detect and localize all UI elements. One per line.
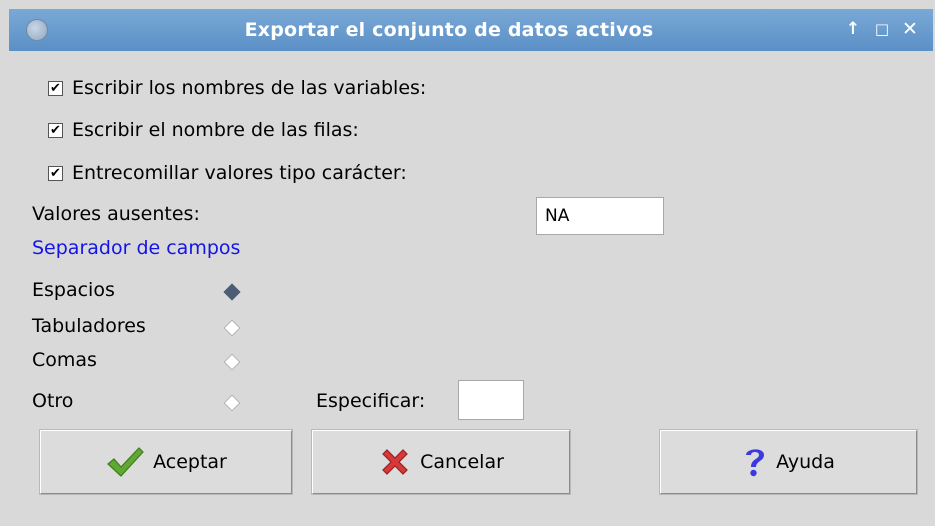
maximize-button[interactable]: □	[872, 19, 892, 39]
row-names-label: Escribir el nombre de las filas:	[72, 119, 359, 141]
red-x-icon	[378, 445, 412, 479]
checkmark-icon: ✔	[50, 165, 61, 181]
row-names-checkbox[interactable]: ✔	[48, 122, 63, 138]
radio-spaces-label: Espacios	[32, 279, 115, 301]
missing-values-input[interactable]	[536, 197, 664, 235]
checkmark-icon: ✔	[50, 122, 61, 138]
option-quote-strings[interactable]: ✔ Entrecomillar valores tipo carácter:	[48, 158, 407, 188]
radio-tabs-label: Tabuladores	[32, 315, 146, 337]
variable-names-checkbox[interactable]: ✔	[48, 80, 63, 96]
question-mark-icon	[742, 445, 768, 479]
quote-strings-label: Entrecomillar valores tipo carácter:	[72, 162, 407, 184]
export-dialog: Exportar el conjunto de datos activos ↑ …	[0, 0, 935, 526]
ok-button-label: Aceptar	[153, 451, 227, 473]
radio-other-label: Otro	[32, 390, 74, 412]
separator-section-title: Separador de campos	[32, 237, 241, 259]
option-variable-names[interactable]: ✔ Escribir los nombres de las variables:	[48, 73, 426, 103]
radio-commas-indicator[interactable]	[223, 353, 241, 371]
cancel-button-label: Cancelar	[420, 451, 504, 473]
checkmark-icon: ✔	[50, 80, 61, 96]
missing-values-label: Valores ausentes:	[32, 203, 200, 225]
window-title: Exportar el conjunto de datos activos	[244, 19, 654, 41]
radio-tabs-indicator[interactable]	[223, 319, 241, 337]
close-button[interactable]: ✕	[900, 19, 920, 39]
cancel-button[interactable]: Cancelar	[312, 430, 570, 494]
specify-input[interactable]	[458, 380, 524, 420]
radio-other-indicator[interactable]	[223, 394, 241, 412]
title-bar[interactable]: Exportar el conjunto de datos activos ↑ …	[9, 9, 933, 51]
option-row-names[interactable]: ✔ Escribir el nombre de las filas:	[48, 115, 359, 145]
radio-spaces-indicator[interactable]	[223, 283, 241, 301]
specify-label: Especificar:	[316, 390, 426, 412]
help-button-label: Ayuda	[776, 451, 835, 473]
checkmark-icon	[105, 445, 145, 479]
quote-strings-checkbox[interactable]: ✔	[48, 165, 63, 181]
variable-names-label: Escribir los nombres de las variables:	[72, 77, 427, 99]
radio-commas-label: Comas	[32, 349, 97, 371]
keep-above-button[interactable]: ↑	[843, 19, 863, 39]
ok-button[interactable]: Aceptar	[40, 430, 292, 494]
help-button[interactable]: Ayuda	[660, 430, 917, 494]
